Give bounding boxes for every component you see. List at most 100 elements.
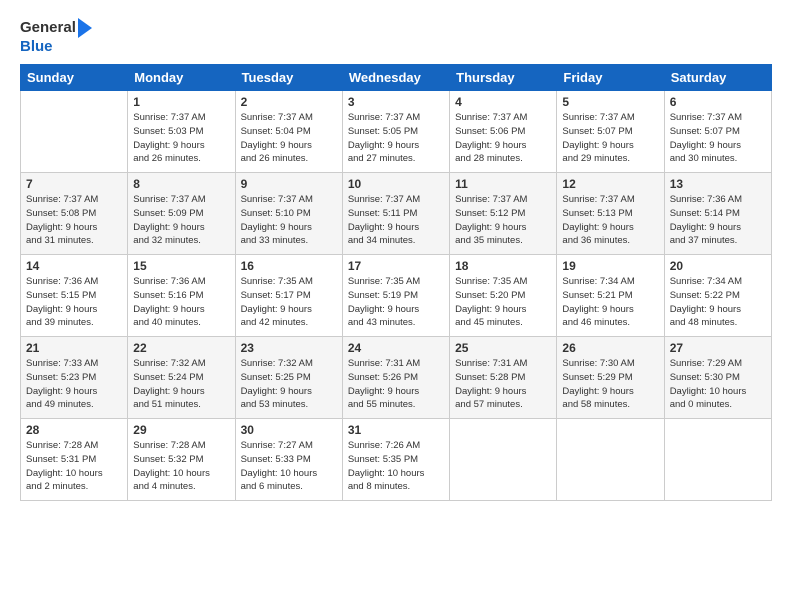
day-cell (557, 419, 664, 501)
day-info: Sunrise: 7:37 AM Sunset: 5:09 PM Dayligh… (133, 193, 229, 248)
day-cell: 26 Sunrise: 7:30 AM Sunset: 5:29 PM Dayli… (557, 337, 664, 419)
header-cell-friday: Friday (557, 65, 664, 91)
day-info: Sunrise: 7:28 AM Sunset: 5:32 PM Dayligh… (133, 439, 229, 494)
day-info: Sunrise: 7:32 AM Sunset: 5:25 PM Dayligh… (241, 357, 337, 412)
day-number: 18 (455, 259, 551, 273)
day-number: 1 (133, 95, 229, 109)
day-cell: 13 Sunrise: 7:36 AM Sunset: 5:14 PM Dayli… (664, 173, 771, 255)
day-number: 26 (562, 341, 658, 355)
day-cell: 31Sunrise: 7:26 AM Sunset: 5:35 PM Dayli… (342, 419, 449, 501)
day-number: 4 (455, 95, 551, 109)
day-cell: 29 Sunrise: 7:28 AM Sunset: 5:32 PM Dayli… (128, 419, 235, 501)
day-number: 12 (562, 177, 658, 191)
header-cell-saturday: Saturday (664, 65, 771, 91)
day-number: 22 (133, 341, 229, 355)
day-number: 28 (26, 423, 122, 437)
day-cell: 27 Sunrise: 7:29 AM Sunset: 5:30 PM Dayli… (664, 337, 771, 419)
day-cell: 17 Sunrise: 7:35 AM Sunset: 5:19 PM Dayli… (342, 255, 449, 337)
day-info: Sunrise: 7:37 AM Sunset: 5:04 PM Dayligh… (241, 111, 337, 166)
day-cell: 3Sunrise: 7:37 AM Sunset: 5:05 PM Daylig… (342, 91, 449, 173)
day-info: Sunrise: 7:27 AM Sunset: 5:33 PM Dayligh… (241, 439, 337, 494)
day-info: Sunrise: 7:36 AM Sunset: 5:16 PM Dayligh… (133, 275, 229, 330)
day-cell: 15 Sunrise: 7:36 AM Sunset: 5:16 PM Dayli… (128, 255, 235, 337)
logo: General Blue (20, 18, 92, 56)
day-number: 16 (241, 259, 337, 273)
day-cell (450, 419, 557, 501)
day-number: 24 (348, 341, 444, 355)
logo-text: General Blue (20, 18, 92, 56)
header-cell-tuesday: Tuesday (235, 65, 342, 91)
week-row-2: 7 Sunrise: 7:37 AM Sunset: 5:08 PM Daylig… (21, 173, 772, 255)
day-cell (664, 419, 771, 501)
day-info: Sunrise: 7:33 AM Sunset: 5:23 PM Dayligh… (26, 357, 122, 412)
day-number: 13 (670, 177, 766, 191)
day-cell: 21 Sunrise: 7:33 AM Sunset: 5:23 PM Dayli… (21, 337, 128, 419)
day-number: 5 (562, 95, 658, 109)
day-cell: 11Sunrise: 7:37 AM Sunset: 5:12 PM Dayli… (450, 173, 557, 255)
day-info: Sunrise: 7:35 AM Sunset: 5:20 PM Dayligh… (455, 275, 551, 330)
header-cell-sunday: Sunday (21, 65, 128, 91)
day-info: Sunrise: 7:29 AM Sunset: 5:30 PM Dayligh… (670, 357, 766, 412)
day-info: Sunrise: 7:37 AM Sunset: 5:11 PM Dayligh… (348, 193, 444, 248)
day-info: Sunrise: 7:37 AM Sunset: 5:07 PM Dayligh… (670, 111, 766, 166)
day-info: Sunrise: 7:36 AM Sunset: 5:15 PM Dayligh… (26, 275, 122, 330)
header-cell-thursday: Thursday (450, 65, 557, 91)
day-cell: 10 Sunrise: 7:37 AM Sunset: 5:11 PM Dayli… (342, 173, 449, 255)
day-number: 27 (670, 341, 766, 355)
day-cell (21, 91, 128, 173)
day-info: Sunrise: 7:28 AM Sunset: 5:31 PM Dayligh… (26, 439, 122, 494)
day-cell: 9 Sunrise: 7:37 AM Sunset: 5:10 PM Daylig… (235, 173, 342, 255)
day-number: 29 (133, 423, 229, 437)
day-info: Sunrise: 7:37 AM Sunset: 5:13 PM Dayligh… (562, 193, 658, 248)
day-cell: 8Sunrise: 7:37 AM Sunset: 5:09 PM Daylig… (128, 173, 235, 255)
day-number: 11 (455, 177, 551, 191)
day-cell: 5 Sunrise: 7:37 AM Sunset: 5:07 PM Daylig… (557, 91, 664, 173)
header-cell-monday: Monday (128, 65, 235, 91)
day-number: 21 (26, 341, 122, 355)
day-number: 3 (348, 95, 444, 109)
header-row: SundayMondayTuesdayWednesdayThursdayFrid… (21, 65, 772, 91)
day-number: 30 (241, 423, 337, 437)
day-cell: 18 Sunrise: 7:35 AM Sunset: 5:20 PM Dayli… (450, 255, 557, 337)
day-cell: 2 Sunrise: 7:37 AM Sunset: 5:04 PM Daylig… (235, 91, 342, 173)
day-number: 7 (26, 177, 122, 191)
calendar-table: SundayMondayTuesdayWednesdayThursdayFrid… (20, 64, 772, 501)
day-info: Sunrise: 7:35 AM Sunset: 5:17 PM Dayligh… (241, 275, 337, 330)
day-cell: 7 Sunrise: 7:37 AM Sunset: 5:08 PM Daylig… (21, 173, 128, 255)
week-row-5: 28 Sunrise: 7:28 AM Sunset: 5:31 PM Dayli… (21, 419, 772, 501)
day-info: Sunrise: 7:37 AM Sunset: 5:07 PM Dayligh… (562, 111, 658, 166)
day-info: Sunrise: 7:31 AM Sunset: 5:28 PM Dayligh… (455, 357, 551, 412)
day-cell: 20Sunrise: 7:34 AM Sunset: 5:22 PM Dayli… (664, 255, 771, 337)
day-number: 2 (241, 95, 337, 109)
day-number: 9 (241, 177, 337, 191)
day-info: Sunrise: 7:32 AM Sunset: 5:24 PM Dayligh… (133, 357, 229, 412)
day-number: 15 (133, 259, 229, 273)
day-number: 17 (348, 259, 444, 273)
day-cell: 12 Sunrise: 7:37 AM Sunset: 5:13 PM Dayli… (557, 173, 664, 255)
day-cell: 28 Sunrise: 7:28 AM Sunset: 5:31 PM Dayli… (21, 419, 128, 501)
day-number: 25 (455, 341, 551, 355)
header: General Blue (20, 18, 772, 56)
day-number: 20 (670, 259, 766, 273)
day-info: Sunrise: 7:37 AM Sunset: 5:03 PM Dayligh… (133, 111, 229, 166)
day-cell: 16 Sunrise: 7:35 AM Sunset: 5:17 PM Dayli… (235, 255, 342, 337)
day-number: 10 (348, 177, 444, 191)
day-number: 19 (562, 259, 658, 273)
day-info: Sunrise: 7:37 AM Sunset: 5:06 PM Dayligh… (455, 111, 551, 166)
day-number: 31 (348, 423, 444, 437)
day-number: 14 (26, 259, 122, 273)
day-info: Sunrise: 7:31 AM Sunset: 5:26 PM Dayligh… (348, 357, 444, 412)
day-cell: 14 Sunrise: 7:36 AM Sunset: 5:15 PM Dayli… (21, 255, 128, 337)
day-info: Sunrise: 7:36 AM Sunset: 5:14 PM Dayligh… (670, 193, 766, 248)
day-cell: 4 Sunrise: 7:37 AM Sunset: 5:06 PM Daylig… (450, 91, 557, 173)
day-info: Sunrise: 7:35 AM Sunset: 5:19 PM Dayligh… (348, 275, 444, 330)
day-info: Sunrise: 7:30 AM Sunset: 5:29 PM Dayligh… (562, 357, 658, 412)
day-info: Sunrise: 7:37 AM Sunset: 5:10 PM Dayligh… (241, 193, 337, 248)
day-cell: 24 Sunrise: 7:31 AM Sunset: 5:26 PM Dayli… (342, 337, 449, 419)
day-cell: 1 Sunrise: 7:37 AM Sunset: 5:03 PM Daylig… (128, 91, 235, 173)
day-cell: 19Sunrise: 7:34 AM Sunset: 5:21 PM Dayli… (557, 255, 664, 337)
day-cell: 30 Sunrise: 7:27 AM Sunset: 5:33 PM Dayli… (235, 419, 342, 501)
day-cell: 25 Sunrise: 7:31 AM Sunset: 5:28 PM Dayli… (450, 337, 557, 419)
week-row-3: 14 Sunrise: 7:36 AM Sunset: 5:15 PM Dayli… (21, 255, 772, 337)
day-info: Sunrise: 7:37 AM Sunset: 5:08 PM Dayligh… (26, 193, 122, 248)
